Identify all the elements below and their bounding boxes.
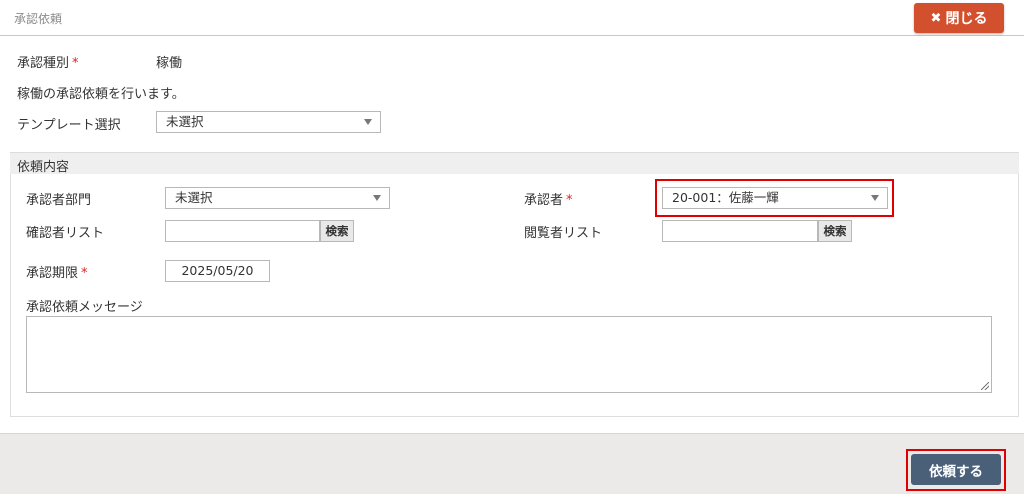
confirmer-search-button[interactable]: 検索 xyxy=(320,220,354,242)
message-textarea[interactable] xyxy=(26,316,992,393)
chevron-down-icon xyxy=(364,119,372,125)
chevron-down-icon xyxy=(373,195,381,201)
approver-dept-select[interactable]: 未選択 xyxy=(165,187,390,209)
required-mark: * xyxy=(566,193,573,208)
resize-handle-icon[interactable] xyxy=(981,382,989,390)
approver-dept-select-value: 未選択 xyxy=(175,190,213,205)
close-button[interactable]: ✖ 閉じる xyxy=(914,3,1004,33)
deadline-input[interactable]: 2025/05/20 xyxy=(165,260,270,282)
required-mark: * xyxy=(81,266,88,281)
section-title: 依頼内容 xyxy=(17,160,70,175)
submit-request-button[interactable]: 依頼する xyxy=(911,454,1001,485)
viewer-list-input[interactable] xyxy=(662,220,818,242)
close-icon: ✖ xyxy=(930,10,942,26)
viewer-search-button[interactable]: 検索 xyxy=(818,220,852,242)
section-header: 依頼内容 xyxy=(10,152,1019,175)
dialog-footer xyxy=(0,433,1024,494)
template-select[interactable]: 未選択 xyxy=(156,111,381,133)
approver-dept-label: 承認者部門 xyxy=(26,193,92,208)
approval-type-value: 稼働 xyxy=(156,56,183,71)
approver-select-value: 20-001：佐藤一輝 xyxy=(672,190,779,205)
template-label: テンプレート選択 xyxy=(17,118,121,133)
confirmer-list-input[interactable] xyxy=(165,220,320,242)
required-mark: * xyxy=(72,56,79,71)
template-select-value: 未選択 xyxy=(166,114,204,129)
approver-select[interactable]: 20-001：佐藤一輝 xyxy=(662,187,888,209)
viewer-list-label: 閲覧者リスト xyxy=(524,226,603,241)
approver-label: 承認者 * xyxy=(524,193,573,208)
approval-type-label: 承認種別 * xyxy=(17,56,79,71)
confirmer-list-label: 確認者リスト xyxy=(26,226,105,241)
dialog-title: 承認依頼 xyxy=(14,12,63,26)
deadline-label: 承認期限 * xyxy=(26,266,88,281)
dialog-header: 承認依頼 ✖ 閉じる xyxy=(0,0,1024,36)
description-text: 稼働の承認依頼を行います。 xyxy=(17,87,185,102)
message-label: 承認依頼メッセージ xyxy=(26,300,143,315)
chevron-down-icon xyxy=(871,195,879,201)
close-button-label: 閉じる xyxy=(945,11,988,27)
